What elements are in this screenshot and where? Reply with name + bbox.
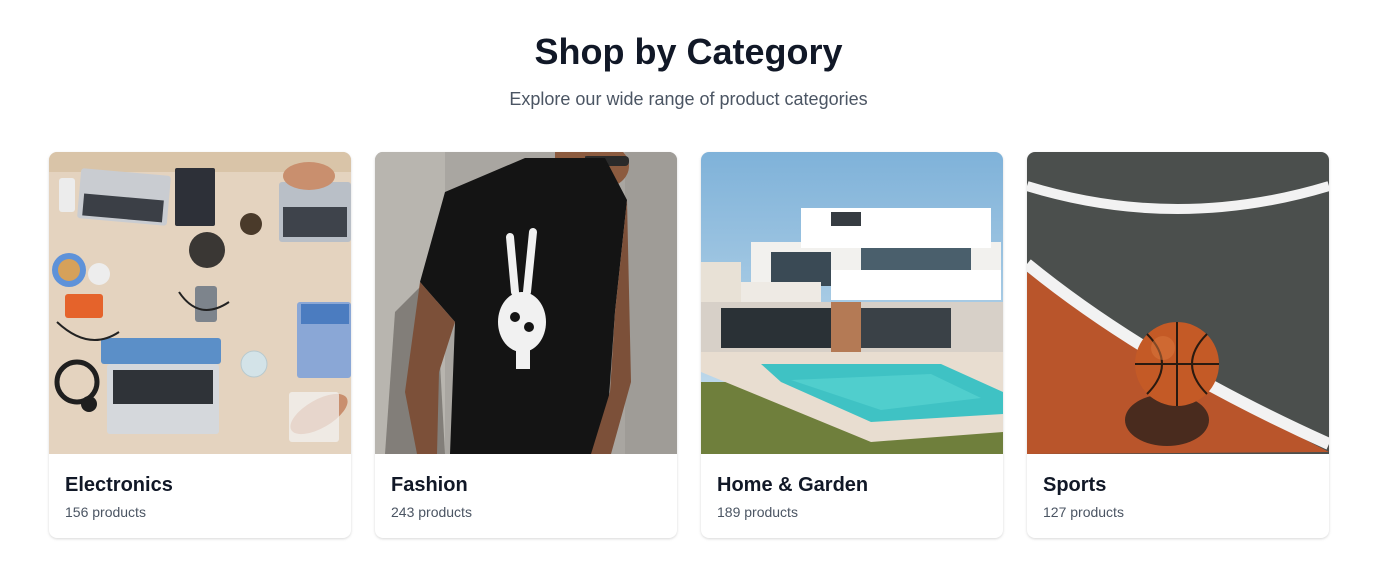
- category-card-fashion[interactable]: Fashion 243 products: [375, 152, 677, 538]
- category-card-sports[interactable]: Sports 127 products: [1027, 152, 1329, 538]
- category-section: Shop by Category Explore our wide range …: [0, 0, 1377, 584]
- fashion-image[interactable]: [375, 152, 677, 454]
- category-count: 243 products: [391, 504, 472, 520]
- sports-image[interactable]: [1027, 152, 1329, 454]
- section-subtitle: Explore our wide range of product catego…: [509, 89, 868, 109]
- category-card-home-garden[interactable]: Home & Garden 189 products: [701, 152, 1003, 538]
- section-title: Shop by Category: [534, 31, 843, 72]
- category-count: 189 products: [717, 504, 798, 520]
- home-garden-image[interactable]: [701, 152, 1003, 454]
- category-count: 127 products: [1043, 504, 1124, 520]
- category-title: Sports: [1043, 474, 1107, 496]
- category-count: 156 products: [65, 504, 146, 520]
- category-title: Fashion: [391, 474, 468, 496]
- electronics-image[interactable]: [49, 152, 351, 454]
- category-title: Electronics: [65, 474, 173, 496]
- category-grid: Electronics 156 products Fashion 243 pro…: [49, 152, 1329, 538]
- category-card-electronics[interactable]: Electronics 156 products: [49, 152, 351, 538]
- category-title: Home & Garden: [717, 474, 869, 496]
